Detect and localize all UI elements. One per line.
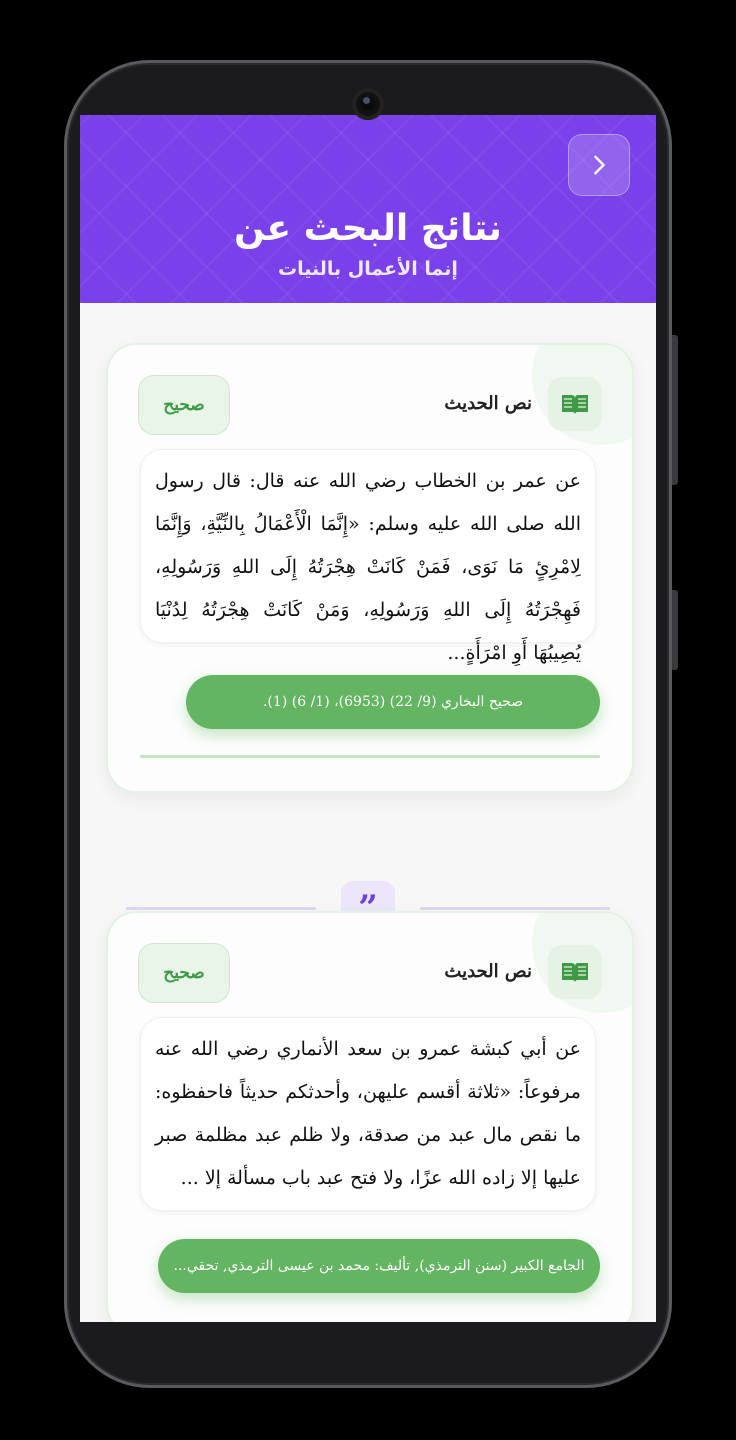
screen: نتائج البحث عن إنما الأعمال بالنيات صحيح…	[80, 115, 656, 1322]
hadith-text: عن عمر بن الخطاب رضي الله عنه قال: قال ر…	[155, 470, 581, 664]
separator-line	[126, 907, 316, 910]
front-camera	[352, 88, 384, 120]
page-title: نتائج البحث عن	[234, 208, 502, 249]
hadith-text-box: عن أبي كبشة عمرو بن سعد الأنماري رضي الل…	[140, 1017, 596, 1211]
chevron-right-icon	[594, 155, 605, 175]
book-icon	[548, 377, 602, 431]
separator-line	[420, 907, 610, 910]
hadith-text: عن أبي كبشة عمرو بن سعد الأنماري رضي الل…	[155, 1038, 581, 1189]
source-button[interactable]: الجامع الكبير (سنن الترمذي), تأليف: محمد…	[158, 1239, 600, 1293]
power-button	[672, 590, 678, 670]
hadith-text-label: نص الحديث	[444, 961, 532, 982]
hadith-text-box: عن عمر بن الخطاب رضي الله عنه قال: قال ر…	[140, 449, 596, 664]
hadith-text-label: نص الحديث	[444, 393, 532, 414]
grade-badge: صحيح	[138, 375, 230, 435]
header: نتائج البحث عن إنما الأعمال بالنيات	[80, 115, 656, 303]
volume-button	[672, 335, 678, 485]
book-icon	[548, 945, 602, 999]
source-button[interactable]: صحيح البخاري (9/ 22) (6953)، (1/ 6) (1).	[186, 675, 600, 729]
phone-frame: نتائج البحث عن إنما الأعمال بالنيات صحيح…	[64, 60, 678, 1388]
hadith-card[interactable]: صحيح نص الحديث عن أبي كبشة عمرو بن سعد ا…	[106, 911, 634, 1322]
hadith-card[interactable]: صحيح نص الحديث عن عمر بن الخطاب رضي الله…	[106, 343, 634, 793]
back-button[interactable]	[568, 134, 630, 196]
grade-badge: صحيح	[138, 943, 230, 1003]
search-query: إنما الأعمال بالنيات	[278, 258, 458, 280]
divider	[140, 755, 600, 758]
